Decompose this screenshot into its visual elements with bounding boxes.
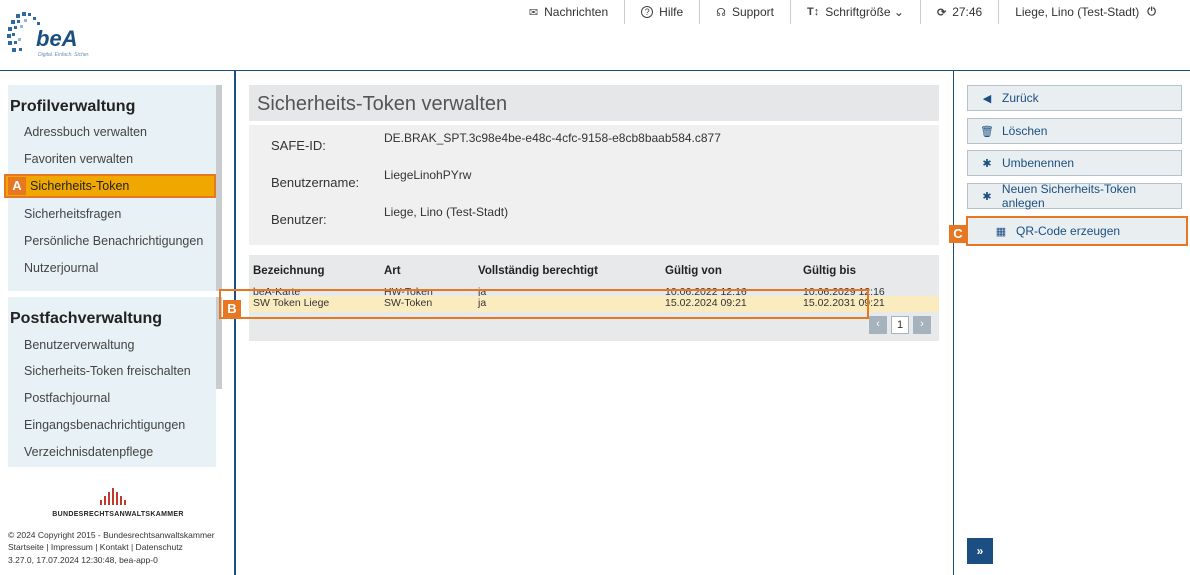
sidebar-item-personal-notifications[interactable]: Persönliche Benachrichtigungen: [24, 234, 203, 248]
marker-b: B: [223, 300, 241, 318]
token-info-panel: SAFE-ID: DE.BRAK_SPT.3c98e4be-e48c-4cfc-…: [249, 125, 939, 245]
delete-button[interactable]: 🗑 Löschen: [967, 118, 1182, 144]
user-value: Liege, Lino (Test-Stadt): [384, 205, 509, 219]
row-highlight-frame: [219, 289, 869, 319]
profile-section-title: Profilverwaltung: [10, 98, 136, 115]
username-value: LiegeLinohPYrw: [384, 168, 472, 182]
sidebar-item-mailbox-journal[interactable]: Postfachjournal: [24, 391, 110, 405]
top-navigation: ✉ Nachrichten ? Hilfe ☊ Support T↕ Schri…: [513, 0, 1172, 24]
footer-copyright: © 2024 Copyright 2015 - Bundesrechtsanwa…: [8, 530, 215, 540]
help-icon: ?: [641, 6, 654, 18]
new-token-button[interactable]: ✱ Neuen Sicherheits-Token anlegen: [967, 182, 1182, 210]
pager-prev-button[interactable]: ‹: [869, 316, 887, 334]
safe-id-label: SAFE-ID:: [271, 138, 326, 153]
page-title-bar: Sicherheits-Token verwalten: [249, 85, 939, 121]
sidebar-item-favorites[interactable]: Favoriten verwalten: [24, 152, 133, 166]
nav-support[interactable]: ☊ Support: [699, 0, 790, 24]
bea-logo[interactable]: beA Digital. Einfach. Sicher.: [6, 10, 96, 62]
safe-id-value: DE.BRAK_SPT.3c98e4be-e48c-4cfc-9158-e8cb…: [384, 131, 721, 145]
trash-icon: 🗑: [980, 125, 994, 138]
marker-a: A: [8, 177, 26, 195]
nav-font-size[interactable]: T↕ Schriftgröße ⌄: [789, 0, 920, 24]
back-button-label: Zurück: [1002, 91, 1039, 105]
nav-help-label: Hilfe: [659, 5, 684, 19]
nav-support-label: Support: [731, 5, 774, 19]
gear-icon: ✱: [982, 190, 992, 203]
qr-code-button-label: QR-Code erzeugen: [1016, 224, 1121, 238]
header: beA Digital. Einfach. Sicher. ✉ Nachrich…: [0, 0, 1190, 70]
pager-next-button[interactable]: ›: [913, 316, 931, 334]
actions-panel: ◀ Zurück 🗑 Löschen ✱ Umbenennen ✱ Neuen …: [949, 71, 1190, 575]
back-button[interactable]: ◀ Zurück: [967, 85, 1182, 111]
generate-qr-code-button[interactable]: ▦ QR-Code erzeugen: [966, 216, 1188, 246]
footer-links[interactable]: Startseite | Impressum | Kontakt | Daten…: [8, 542, 183, 552]
username-label: Benutzername:: [271, 175, 360, 190]
column-header-valid-until[interactable]: Gültig bis: [803, 265, 856, 277]
nav-font-size-label: Schriftgröße ⌄: [825, 5, 904, 19]
column-header-type[interactable]: Art: [384, 265, 401, 277]
user-name-label: Liege, Lino (Test-Stadt): [1015, 5, 1140, 19]
envelope-icon: ✉: [528, 6, 539, 19]
qr-code-icon: ▦: [995, 225, 1007, 238]
brak-logo-icon: [80, 487, 140, 505]
footer-version: 3.27.0, 17.07.2024 12:30:48, bea-app-0: [8, 555, 158, 565]
mailbox-section-title: Postfachverwaltung: [10, 310, 163, 327]
sidebar-item-user-management[interactable]: Benutzerverwaltung: [24, 338, 134, 352]
page-title: Sicherheits-Token verwalten: [257, 93, 508, 115]
sidebar-item-incoming-notifications[interactable]: Eingangsbenachrichtigungen: [24, 418, 185, 432]
column-header-fully-authorized[interactable]: Vollständig berechtigt: [478, 265, 598, 277]
marker-c: C: [949, 225, 967, 243]
brak-name: BUNDESRECHTSANWALTSKAMMER: [52, 511, 184, 518]
sidebar-item-directory-maintenance[interactable]: Verzeichnisdatenpflege: [24, 445, 153, 459]
sidebar-item-security-token[interactable]: Sicherheits-Token: [4, 174, 216, 198]
user-label: Benutzer:: [271, 212, 327, 227]
delete-button-label: Löschen: [1002, 124, 1048, 138]
rename-button[interactable]: ✱ Umbenennen: [967, 150, 1182, 176]
sidebar-item-security-questions[interactable]: Sicherheitsfragen: [24, 207, 121, 221]
sidebar: Profilverwaltung Adressbuch verwalten Fa…: [0, 71, 236, 575]
sidebar-item-user-journal[interactable]: Nutzerjournal: [24, 261, 98, 275]
logo-text: beA: [36, 26, 78, 51]
nav-session-timer[interactable]: ⟳ 27:46: [919, 0, 998, 24]
expand-panel-button[interactable]: »: [967, 538, 993, 564]
session-timer-label: 27:46: [952, 5, 983, 19]
nav-help[interactable]: ? Hilfe: [624, 0, 699, 24]
rename-button-label: Umbenennen: [1002, 156, 1075, 170]
nav-user-logout[interactable]: Liege, Lino (Test-Stadt) ⏻: [998, 0, 1172, 24]
gear-icon: ✱: [982, 157, 992, 170]
new-token-button-label: Neuen Sicherheits-Token anlegen: [1001, 182, 1136, 210]
main-content: Sicherheits-Token verwalten SAFE-ID: DE.…: [219, 71, 953, 575]
profile-scrollbar[interactable]: [216, 85, 222, 291]
column-header-valid-from[interactable]: Gültig von: [665, 265, 722, 277]
token-table: Bezeichnung Art Vollständig berechtigt G…: [219, 255, 939, 341]
arrow-left-circle-icon: ◀: [982, 92, 992, 105]
sidebar-item-address-book[interactable]: Adressbuch verwalten: [24, 125, 147, 139]
power-icon: ⏻: [1147, 5, 1156, 18]
sidebar-item-unlock-security-token[interactable]: Sicherheits-Token freischalten: [24, 364, 191, 378]
pager-page-number[interactable]: 1: [891, 316, 909, 334]
nav-messages-label: Nachrichten: [544, 5, 609, 19]
font-size-icon: T↕: [806, 6, 820, 18]
refresh-icon: ⟳: [936, 6, 947, 19]
headset-icon: ☊: [716, 6, 726, 19]
column-header-name[interactable]: Bezeichnung: [253, 265, 325, 277]
nav-messages[interactable]: ✉ Nachrichten: [513, 0, 624, 24]
logo-tagline: Digital. Einfach. Sicher.: [38, 52, 90, 58]
